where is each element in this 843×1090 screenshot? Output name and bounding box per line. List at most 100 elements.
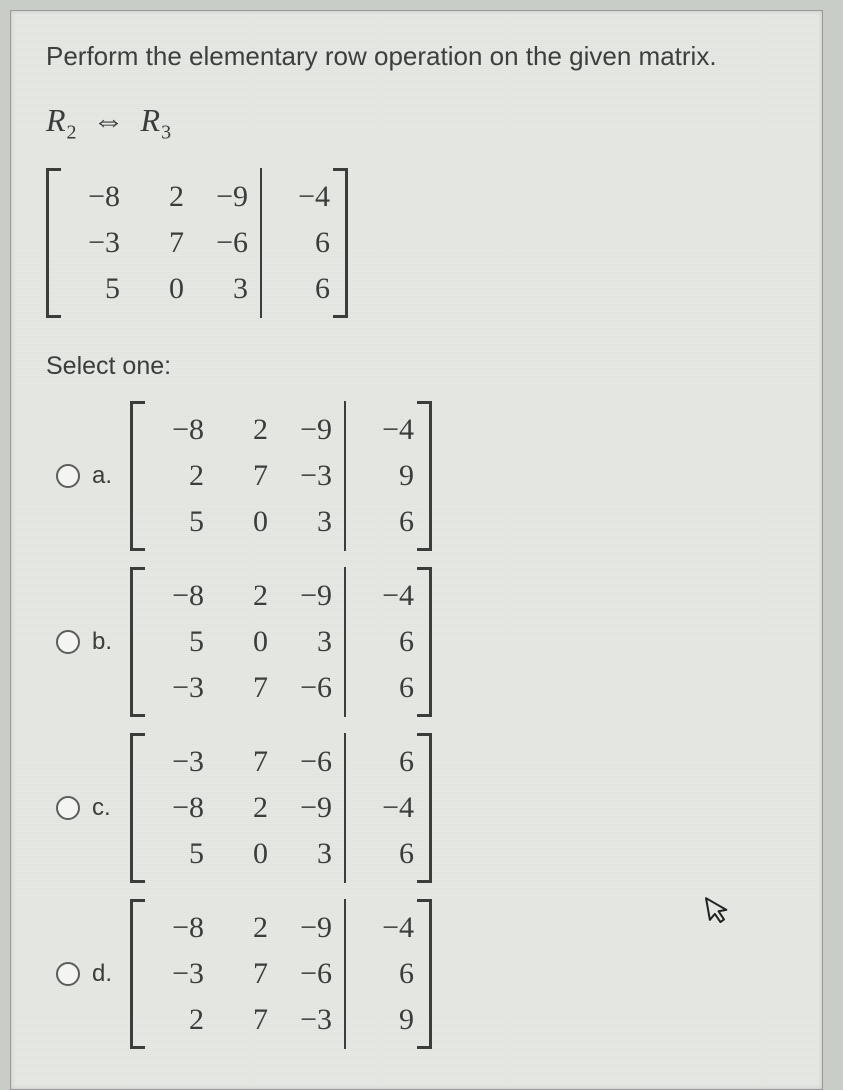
matrix-cell: 7 bbox=[208, 951, 272, 997]
matrix-row: 2 7 −3 9 bbox=[144, 453, 418, 499]
op-left-symbol: R bbox=[46, 102, 67, 138]
matrix-cell: −6 bbox=[272, 951, 336, 997]
matrix-cell: 3 bbox=[272, 499, 336, 545]
matrix-row: −8 2 −9 −4 bbox=[144, 905, 418, 951]
matrix-row: −3 7 −6 6 bbox=[144, 665, 418, 711]
matrix-cell: −8 bbox=[144, 785, 208, 831]
matrix-cell: 3 bbox=[272, 831, 336, 877]
matrix-row: 5 0 3 6 bbox=[60, 266, 334, 312]
matrix-row: 2 7 −3 9 bbox=[144, 997, 418, 1043]
matrix-cell: −9 bbox=[188, 174, 252, 220]
option-matrix: −8 2 −9 −4 −3 7 −6 6 2 7 −3 bbox=[130, 899, 432, 1049]
given-matrix: −8 2 −9 −4 −3 7 −6 6 5 0 3 6 bbox=[46, 168, 348, 318]
op-right-sub: 3 bbox=[161, 121, 172, 143]
matrix-cell: 6 bbox=[270, 266, 334, 312]
row-operation: R2 ⇔ R3 bbox=[46, 102, 787, 144]
matrix-cell: 6 bbox=[354, 831, 418, 877]
matrix-cell: −3 bbox=[144, 951, 208, 997]
matrix-cell: −4 bbox=[354, 905, 418, 951]
augment-separator bbox=[344, 991, 346, 1049]
matrix-cell: 2 bbox=[144, 997, 208, 1043]
option-label: c. bbox=[92, 794, 118, 822]
matrix-row: −8 2 −9 −4 bbox=[144, 573, 418, 619]
matrix-cell: −3 bbox=[144, 739, 208, 785]
matrix-cell: 5 bbox=[144, 499, 208, 545]
radio-a[interactable] bbox=[56, 464, 80, 488]
matrix-cell: 7 bbox=[208, 665, 272, 711]
matrix-cell: −3 bbox=[272, 453, 336, 499]
option-matrix: −3 7 −6 6 −8 2 −9 −4 5 0 3 bbox=[130, 733, 432, 883]
matrix-row: −8 2 −9 −4 bbox=[144, 407, 418, 453]
matrix-cell: −9 bbox=[272, 785, 336, 831]
matrix-cell: −9 bbox=[272, 905, 336, 951]
option-matrix: −8 2 −9 −4 2 7 −3 9 5 0 3 bbox=[130, 401, 432, 551]
matrix-cell: 6 bbox=[354, 739, 418, 785]
matrix-cell: 3 bbox=[188, 266, 252, 312]
augment-separator bbox=[344, 659, 346, 717]
radio-d[interactable] bbox=[56, 962, 80, 986]
matrix-cell: 2 bbox=[208, 407, 272, 453]
matrix-cell: 9 bbox=[354, 453, 418, 499]
option-c[interactable]: c. −3 7 −6 6 −8 2 −9 −4 5 bbox=[56, 727, 787, 889]
matrix-cell: 9 bbox=[354, 997, 418, 1043]
matrix-cell: 6 bbox=[270, 220, 334, 266]
matrix-cell: −9 bbox=[272, 573, 336, 619]
matrix-cell: −8 bbox=[144, 573, 208, 619]
matrix-cell: 2 bbox=[208, 573, 272, 619]
matrix-cell: 5 bbox=[144, 831, 208, 877]
matrix-cell: 6 bbox=[354, 619, 418, 665]
matrix-row: 5 0 3 6 bbox=[144, 499, 418, 545]
matrix-cell: 2 bbox=[144, 453, 208, 499]
question-prompt: Perform the elementary row operation on … bbox=[46, 41, 787, 72]
augment-separator bbox=[260, 260, 262, 318]
matrix-cell: 2 bbox=[208, 905, 272, 951]
augment-separator bbox=[344, 493, 346, 551]
matrix-row: −3 7 −6 6 bbox=[144, 739, 418, 785]
matrix-cell: 7 bbox=[208, 453, 272, 499]
matrix-cell: −6 bbox=[272, 739, 336, 785]
option-a[interactable]: a. −8 2 −9 −4 2 7 −3 9 5 0 bbox=[56, 395, 787, 557]
matrix-cell: −3 bbox=[144, 665, 208, 711]
matrix-cell: −3 bbox=[272, 997, 336, 1043]
matrix-cell: −4 bbox=[354, 785, 418, 831]
matrix-cell: −4 bbox=[354, 573, 418, 619]
matrix-row: −8 2 −9 −4 bbox=[144, 785, 418, 831]
matrix-cell: 0 bbox=[208, 619, 272, 665]
radio-b[interactable] bbox=[56, 630, 80, 654]
matrix-cell: 0 bbox=[208, 831, 272, 877]
matrix-cell: 0 bbox=[208, 499, 272, 545]
matrix-cell: 7 bbox=[208, 739, 272, 785]
matrix-cell: −4 bbox=[354, 407, 418, 453]
radio-c[interactable] bbox=[56, 796, 80, 820]
matrix-row: 5 0 3 6 bbox=[144, 831, 418, 877]
matrix-cell: 6 bbox=[354, 665, 418, 711]
matrix-row: −3 7 −6 6 bbox=[144, 951, 418, 997]
augment-separator bbox=[344, 825, 346, 883]
matrix-cell: 2 bbox=[208, 785, 272, 831]
matrix-cell: 6 bbox=[354, 499, 418, 545]
matrix-cell: −8 bbox=[144, 905, 208, 951]
matrix-cell: 2 bbox=[124, 174, 188, 220]
swap-arrow-icon: ⇔ bbox=[93, 102, 126, 138]
matrix-row: 5 0 3 6 bbox=[144, 619, 418, 665]
matrix-cell: −6 bbox=[188, 220, 252, 266]
matrix-cell: 6 bbox=[354, 951, 418, 997]
matrix-cell: −6 bbox=[272, 665, 336, 711]
matrix-cell: 5 bbox=[144, 619, 208, 665]
select-one-label: Select one: bbox=[46, 352, 787, 381]
matrix-cell: 5 bbox=[60, 266, 124, 312]
option-label: d. bbox=[92, 960, 118, 988]
question-card: Perform the elementary row operation on … bbox=[10, 10, 823, 1090]
option-d[interactable]: d. −8 2 −9 −4 −3 7 −6 6 2 bbox=[56, 893, 787, 1055]
option-b[interactable]: b. −8 2 −9 −4 5 0 3 6 −3 7 bbox=[56, 561, 787, 723]
matrix-cell: −8 bbox=[144, 407, 208, 453]
op-right-symbol: R bbox=[141, 102, 162, 138]
matrix-cell: −8 bbox=[60, 174, 124, 220]
matrix-cell: −9 bbox=[272, 407, 336, 453]
matrix-cell: 7 bbox=[124, 220, 188, 266]
matrix-cell: −3 bbox=[60, 220, 124, 266]
matrix-cell: 7 bbox=[208, 997, 272, 1043]
matrix-row: −8 2 −9 −4 bbox=[60, 174, 334, 220]
options-group: a. −8 2 −9 −4 2 7 −3 9 5 0 bbox=[56, 395, 787, 1059]
op-left-sub: 2 bbox=[67, 121, 78, 143]
